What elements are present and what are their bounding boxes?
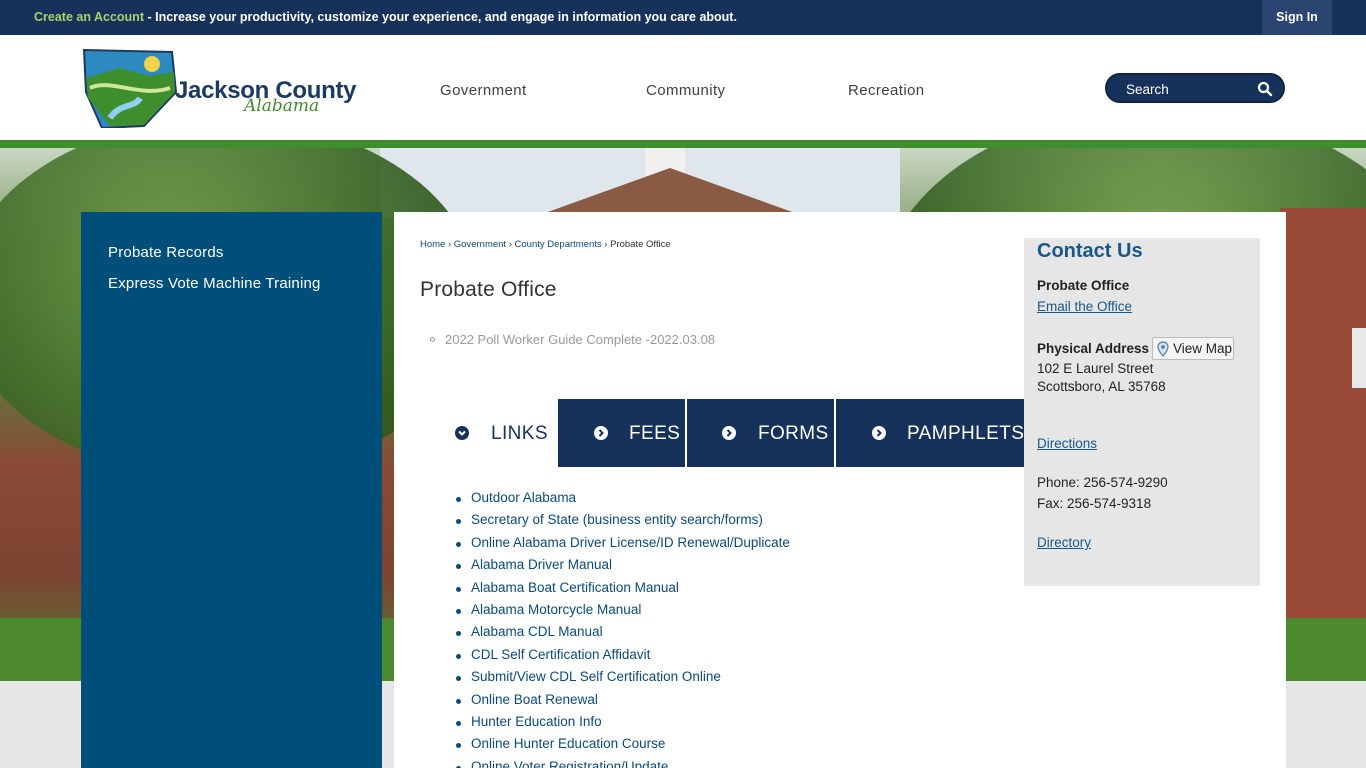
tab-pamphlets-label: PAMPHLETS <box>907 423 1025 444</box>
view-map-button[interactable]: View Map <box>1152 337 1234 360</box>
county-logo-icon[interactable] <box>80 48 178 130</box>
list-item[interactable]: Outdoor Alabama <box>455 490 790 512</box>
breadcrumb-home[interactable]: Home <box>420 239 445 250</box>
sidebar-item-express-vote-training[interactable]: Express Vote Machine Training <box>108 275 321 292</box>
tab-links-label: LINKS <box>491 423 548 444</box>
list-item[interactable]: Online Boat Renewal <box>455 692 790 714</box>
physical-address-label: Physical Address <box>1037 341 1150 356</box>
search-icon[interactable] <box>1257 81 1273 97</box>
breadcrumb-government[interactable]: Government <box>454 239 506 250</box>
chevron-down-icon <box>455 426 469 440</box>
breadcrumb-county-departments[interactable]: County Departments <box>515 239 602 250</box>
page-title: Probate Office <box>420 278 557 301</box>
logo-subtitle: Alabama <box>244 96 320 116</box>
breadcrumb-current: Probate Office <box>610 239 671 250</box>
list-item[interactable]: Hunter Education Info <box>455 714 790 736</box>
tab-links[interactable]: LINKS <box>420 399 558 467</box>
tab-fees[interactable]: FEES <box>558 399 685 467</box>
view-map-label: View Map <box>1173 341 1233 356</box>
account-promo: Create an Account - Increase your produc… <box>34 10 737 24</box>
create-account-link[interactable]: Create an Account <box>34 10 144 24</box>
chevron-right-icon <box>872 426 886 440</box>
contact-us-panel: Contact Us Probate Office Email the Offi… <box>1024 238 1260 586</box>
breadcrumb: Home › Government › County Departments ›… <box>420 239 671 250</box>
contact-title: Contact Us <box>1037 240 1143 262</box>
list-item[interactable]: Alabama Motorcycle Manual <box>455 602 790 624</box>
sidebar-item-probate-records[interactable]: Probate Records <box>108 244 224 261</box>
list-item[interactable]: Alabama CDL Manual <box>455 624 790 646</box>
tab-forms[interactable]: FORMS <box>687 399 834 467</box>
address-city: Scottsboro, AL 35768 <box>1037 379 1166 394</box>
list-item[interactable]: Secretary of State (business entity sear… <box>455 512 790 534</box>
tab-fees-label: FEES <box>629 423 681 444</box>
list-item[interactable]: Alabama Boat Certification Manual <box>455 580 790 602</box>
directions-link[interactable]: Directions <box>1037 436 1097 451</box>
map-pin-icon <box>1157 341 1169 357</box>
address-street: 102 E Laurel Street <box>1037 361 1154 376</box>
list-item[interactable]: Online Voter Registration/Update <box>455 759 790 768</box>
contact-fax: Fax: 256-574-9318 <box>1037 496 1152 511</box>
tab-pamphlets[interactable]: PAMPHLETS <box>836 399 1024 467</box>
list-item[interactable]: Online Alabama Driver License/ID Renewal… <box>455 535 790 557</box>
sign-in-button[interactable]: Sign In <box>1262 0 1332 35</box>
list-item[interactable]: Alabama Driver Manual <box>455 557 790 579</box>
promo-text: - Increase your productivity, customize … <box>143 10 737 24</box>
list-item[interactable]: Submit/View CDL Self Certification Onlin… <box>455 669 790 691</box>
nav-recreation[interactable]: Recreation <box>848 82 925 99</box>
directory-link[interactable]: Directory <box>1037 535 1091 550</box>
chevron-right-icon <box>722 426 736 440</box>
email-office-link[interactable]: Email the Office <box>1037 299 1132 314</box>
list-bullet <box>430 337 435 342</box>
side-navigation: Probate Records Express Vote Machine Tra… <box>81 212 382 768</box>
contact-office-name: Probate Office <box>1037 278 1130 293</box>
list-item[interactable]: CDL Self Certification Affidavit <box>455 647 790 669</box>
header-accent-line <box>0 140 1366 148</box>
list-item[interactable]: Online Hunter Education Course <box>455 736 790 758</box>
top-bar: Create an Account - Increase your produc… <box>0 0 1366 35</box>
chevron-right-icon <box>594 426 608 440</box>
tab-forms-label: FORMS <box>758 423 829 444</box>
search-input[interactable]: Search <box>1105 73 1285 103</box>
nav-community[interactable]: Community <box>646 82 725 99</box>
search-placeholder: Search <box>1126 82 1169 97</box>
nav-government[interactable]: Government <box>440 82 527 99</box>
contact-phone: Phone: 256-574-9290 <box>1037 475 1168 490</box>
poll-worker-guide-link[interactable]: 2022 Poll Worker Guide Complete -2022.03… <box>445 332 715 347</box>
links-list: Outdoor Alabama Secretary of State (busi… <box>455 490 790 768</box>
